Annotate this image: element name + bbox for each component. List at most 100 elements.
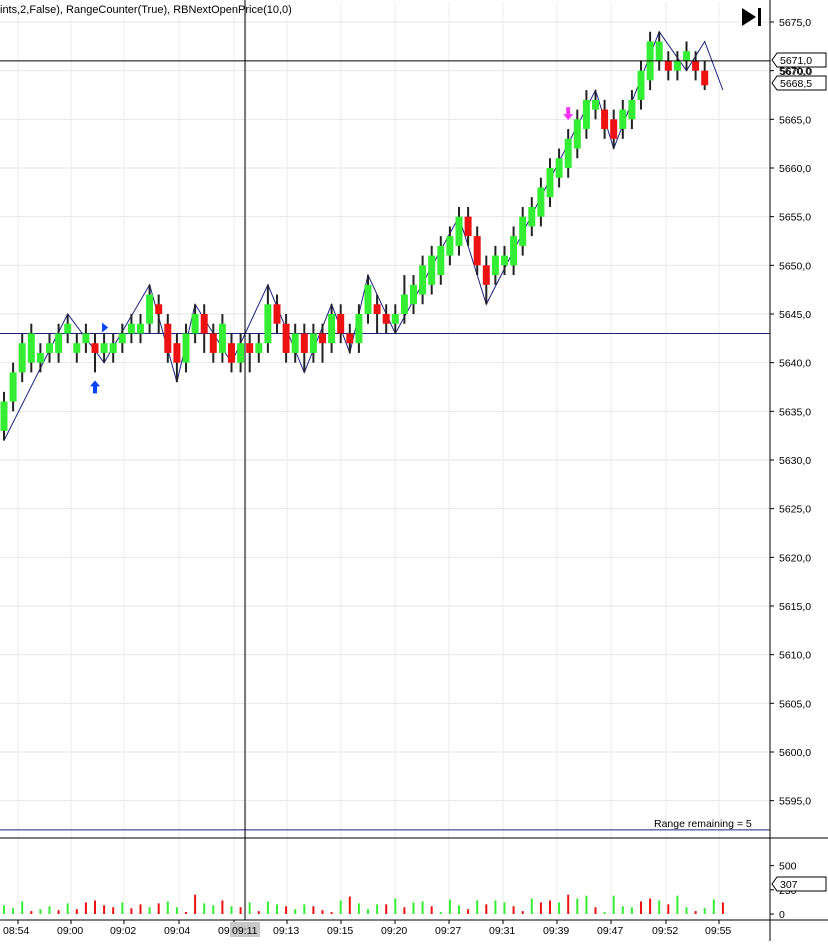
- time-tick-label: 08:54: [3, 925, 29, 937]
- time-tick-label: 09:15: [327, 925, 353, 937]
- candle-down: [273, 304, 281, 324]
- candle-down: [692, 60, 700, 71]
- candle-up: [564, 138, 572, 168]
- candle-down: [91, 343, 99, 353]
- candle-up: [446, 236, 454, 256]
- candle-down: [200, 313, 208, 334]
- candle-up: [555, 158, 563, 178]
- trading-chart[interactable]: 5675,0 5670,0 5665,0 5660,0 5655,0 5650,0 5645…: [0, 0, 828, 941]
- volume-last-value: 307: [780, 879, 798, 891]
- candle-up: [683, 51, 690, 61]
- candle-down: [246, 343, 254, 353]
- time-tick-label: 09:13: [273, 925, 299, 937]
- candle-up: [619, 109, 627, 130]
- candle-up: [573, 119, 581, 149]
- candle-up: [291, 333, 299, 353]
- price-tick-label: 5650,0: [779, 260, 811, 272]
- time-tick-label: 09:39: [543, 925, 569, 937]
- chart-canvas[interactable]: 5675,05670,05665,05660,05655,05650,05645…: [0, 0, 828, 941]
- price-tick-label: 5620,0: [779, 552, 811, 564]
- time-crosshair-tag: 09:11: [230, 922, 260, 937]
- candle-up: [655, 41, 663, 61]
- candle-up: [328, 313, 336, 344]
- candle-up: [637, 70, 645, 100]
- candle-up: [309, 333, 317, 353]
- candle-down: [228, 343, 235, 363]
- candle-up: [537, 187, 545, 217]
- candle-down: [164, 323, 172, 353]
- price-tick-label: 5665,0: [779, 114, 811, 126]
- candle-up: [364, 284, 372, 314]
- candle-up: [100, 343, 108, 353]
- candle-down: [473, 236, 481, 266]
- price-tick-label: 5675,0: [779, 17, 811, 29]
- time-tick-label: 09:02: [110, 925, 136, 937]
- candle-down: [664, 60, 672, 71]
- price-tick-label: 5605,0: [779, 698, 811, 710]
- price-tick-label: 5635,0: [779, 406, 811, 418]
- candle-down: [610, 119, 618, 139]
- candle-up: [264, 304, 272, 344]
- candle-up: [419, 265, 427, 295]
- price-tag-crosshair: 5671,0: [771, 52, 827, 68]
- candle-up: [455, 216, 463, 246]
- candle-up: [118, 333, 126, 344]
- candle-down: [482, 265, 490, 285]
- candle-up: [36, 352, 44, 363]
- price-tick-label: 5615,0: [779, 601, 811, 613]
- time-tick-label: 09:31: [489, 925, 515, 937]
- candle-up: [146, 294, 154, 324]
- candle-up: [73, 343, 81, 353]
- volume-tick-label: 0: [779, 909, 785, 921]
- candle-up: [400, 294, 408, 314]
- candle-up: [428, 255, 436, 285]
- candle-up: [510, 236, 518, 266]
- price-tick-label: 5640,0: [779, 358, 811, 370]
- candle-up: [109, 343, 117, 353]
- candle-up: [673, 60, 681, 71]
- candle-up: [55, 333, 63, 353]
- candle-up: [218, 323, 226, 353]
- candle-up: [501, 255, 508, 266]
- candle-up: [18, 343, 26, 373]
- range-remaining-label: Range remaining = 5: [654, 818, 752, 830]
- candle-up: [410, 284, 417, 305]
- candle-up: [437, 245, 445, 276]
- volume-last-tag: 307: [771, 876, 827, 892]
- candle-up: [64, 323, 72, 334]
- candle-up: [592, 99, 599, 110]
- candle-up: [9, 372, 17, 402]
- candle-up: [46, 343, 53, 353]
- candle-up: [546, 167, 554, 198]
- candle-down: [282, 323, 290, 353]
- candle-up: [255, 343, 263, 353]
- candle-down: [382, 313, 390, 324]
- time-tick-label: 09:27: [435, 925, 461, 937]
- candle-up: [582, 99, 590, 130]
- price-tick-label: 5610,0: [779, 650, 811, 662]
- candle-up: [519, 216, 527, 246]
- candle-up: [137, 323, 144, 334]
- price-tick-label: 5625,0: [779, 504, 811, 516]
- candle-up: [355, 313, 363, 344]
- candle-up: [237, 343, 245, 363]
- candle-down: [701, 70, 709, 86]
- price-tick-label: 5655,0: [779, 212, 811, 224]
- candle-down: [373, 304, 381, 314]
- time-tick-label: 09:47: [597, 925, 623, 937]
- time-tick-label: 09:20: [381, 925, 407, 937]
- candle-down: [173, 343, 181, 363]
- candle-down: [209, 333, 217, 353]
- candle-up: [391, 313, 399, 324]
- candle-up: [191, 313, 199, 334]
- candle-down: [319, 333, 326, 344]
- candle-up: [182, 333, 190, 363]
- candle-up: [127, 323, 135, 334]
- price-tick-label: 5630,0: [779, 455, 811, 467]
- candle-down: [300, 333, 308, 353]
- candle-down: [601, 109, 609, 130]
- price-tick-label: 5595,0: [779, 796, 811, 808]
- candle-up: [628, 99, 636, 120]
- price-tick-label: 5660,0: [779, 163, 811, 175]
- candle-up: [27, 333, 35, 363]
